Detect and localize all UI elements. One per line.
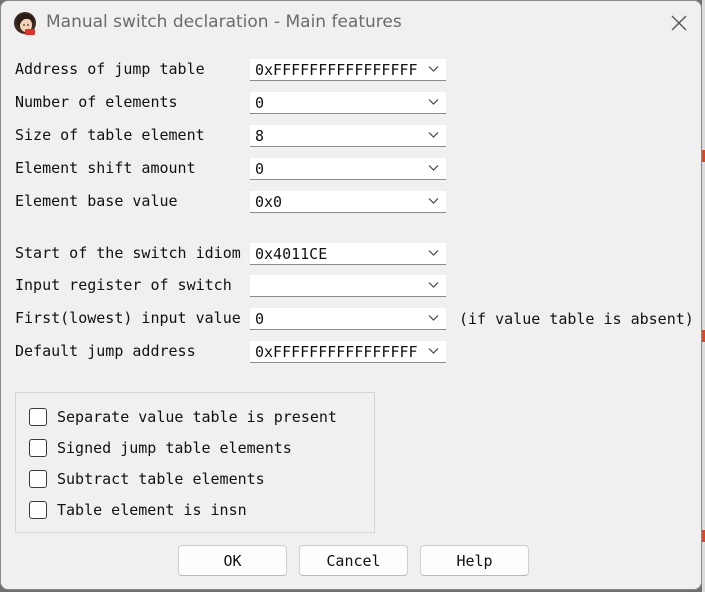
default-jump-address-combo[interactable]: 0xFFFFFFFFFFFFFFFF [250,341,446,363]
size-of-table-element-combo[interactable]: 8 [250,125,446,147]
label-default-jump-address: Default jump address [15,342,196,360]
element-shift-amount-value: 0 [255,160,265,178]
chevron-down-icon [428,99,439,105]
checkbox-box[interactable] [29,501,47,519]
chevron-down-icon [428,250,439,256]
input-register-combo[interactable] [250,275,446,297]
label-input-register: Input register of switch [15,276,232,294]
label-number-of-elements: Number of elements [15,93,178,111]
label-element-base-value: Element base value [15,192,178,210]
first-lowest-input-value-value: 0 [255,310,265,328]
separate-value-table-checkbox[interactable]: Separate value table is present [29,406,337,428]
close-button[interactable] [665,9,693,37]
label-start-of-switch-idiom: Start of the switch idiom [15,244,241,262]
number-of-elements-value: 0 [255,94,265,112]
help-button[interactable]: Help [420,545,529,576]
checkbox-box[interactable] [29,408,47,426]
element-base-value-value: 0x0 [255,193,283,211]
subtract-table-elements-label: Subtract table elements [57,470,265,488]
address-of-jump-table-value: 0xFFFFFFFFFFFFFFFF [255,61,418,79]
switch-declaration-dialog: Manual switch declaration - Main feature… [0,0,702,590]
cancel-button[interactable]: Cancel [299,545,408,576]
first-lowest-input-value-combo[interactable]: 0 [250,308,446,330]
app-avatar-icon [13,11,37,35]
number-of-elements-combo[interactable]: 0 [250,92,446,114]
start-of-switch-idiom-value: 0x4011CE [255,245,328,263]
first-input-note: (if value table is absent) [459,310,694,328]
subtract-table-elements-checkbox[interactable]: Subtract table elements [29,468,265,490]
chevron-down-icon [428,132,439,138]
address-of-jump-table-combo[interactable]: 0xFFFFFFFFFFFFFFFF [250,59,446,81]
checkbox-box[interactable] [29,470,47,488]
signed-jump-table-label: Signed jump table elements [57,439,292,457]
checkbox-box[interactable] [29,439,47,457]
close-icon [671,15,687,31]
separate-value-table-label: Separate value table is present [57,408,337,426]
size-of-table-element-value: 8 [255,127,265,145]
signed-jump-table-checkbox[interactable]: Signed jump table elements [29,437,292,459]
start-of-switch-idiom-combo[interactable]: 0x4011CE [250,243,446,265]
chevron-down-icon [428,348,439,354]
table-element-is-insn-checkbox[interactable]: Table element is insn [29,499,247,521]
default-jump-address-value: 0xFFFFFFFFFFFFFFFF [255,343,418,361]
label-element-shift-amount: Element shift amount [15,159,196,177]
element-base-value-combo[interactable]: 0x0 [250,191,446,213]
label-first-lowest-input-value: First(lowest) input value [15,309,241,327]
label-address-of-jump-table: Address of jump table [15,60,205,78]
chevron-down-icon [428,315,439,321]
chevron-down-icon [428,198,439,204]
label-size-of-table-element: Size of table element [15,126,205,144]
chevron-down-icon [428,165,439,171]
chevron-down-icon [428,66,439,72]
table-element-is-insn-label: Table element is insn [57,501,247,519]
chevron-down-icon [428,282,439,288]
title-bar[interactable]: Manual switch declaration - Main feature… [1,1,701,45]
ok-button[interactable]: OK [178,545,287,576]
window-title: Manual switch declaration - Main feature… [46,12,402,32]
element-shift-amount-combo[interactable]: 0 [250,158,446,180]
